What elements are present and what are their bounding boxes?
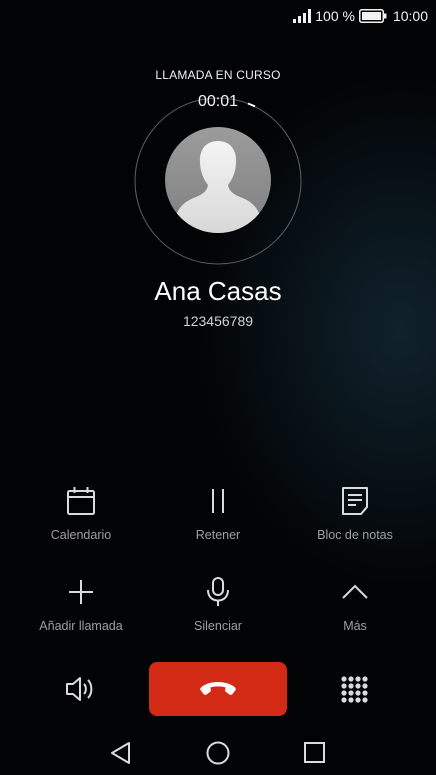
chevron-up-icon <box>342 584 368 599</box>
contact-name: Ana Casas <box>154 276 282 306</box>
end-call-button[interactable] <box>149 662 287 716</box>
mute-button[interactable]: Silenciar <box>145 575 291 633</box>
status-bar: 100 % 10:00 <box>293 6 428 26</box>
calendar-label: Calendario <box>50 528 112 542</box>
signal-bars-icon <box>293 9 312 23</box>
notes-button[interactable]: Bloc de notas <box>282 484 428 542</box>
more-label: Más <box>343 619 367 633</box>
battery-percentage: 100 % <box>315 8 355 24</box>
calendar-button[interactable]: Calendario <box>8 484 154 542</box>
add-call-label: Añadir llamada <box>39 619 123 633</box>
speaker-icon[interactable] <box>64 674 96 704</box>
clock: 10:00 <box>392 8 428 24</box>
pause-icon <box>212 489 224 513</box>
phone-number: 123456789 <box>182 313 254 329</box>
microphone-icon <box>207 577 229 606</box>
call-timer: 00:01 <box>197 93 239 110</box>
mute-label: Silenciar <box>194 619 242 633</box>
hold-button[interactable]: Retener <box>145 484 291 542</box>
recents-square-icon[interactable] <box>302 740 328 766</box>
add-icon <box>69 580 93 604</box>
notes-label: Bloc de notas <box>317 528 393 542</box>
calendar-icon <box>67 487 95 515</box>
add-call-button[interactable]: Añadir llamada <box>8 575 154 633</box>
hold-label: Retener <box>195 528 241 542</box>
notes-icon <box>342 487 368 515</box>
back-triangle-icon[interactable] <box>108 740 134 766</box>
call-state-label: LLAMADA EN CURSO <box>155 68 281 82</box>
phone-hangup-icon <box>200 682 236 695</box>
dialpad-icon[interactable] <box>340 675 368 703</box>
contact-silhouette-icon <box>165 127 271 233</box>
home-circle-icon[interactable] <box>205 740 231 766</box>
more-button[interactable]: Más <box>282 575 428 633</box>
battery-full-icon <box>358 9 387 23</box>
